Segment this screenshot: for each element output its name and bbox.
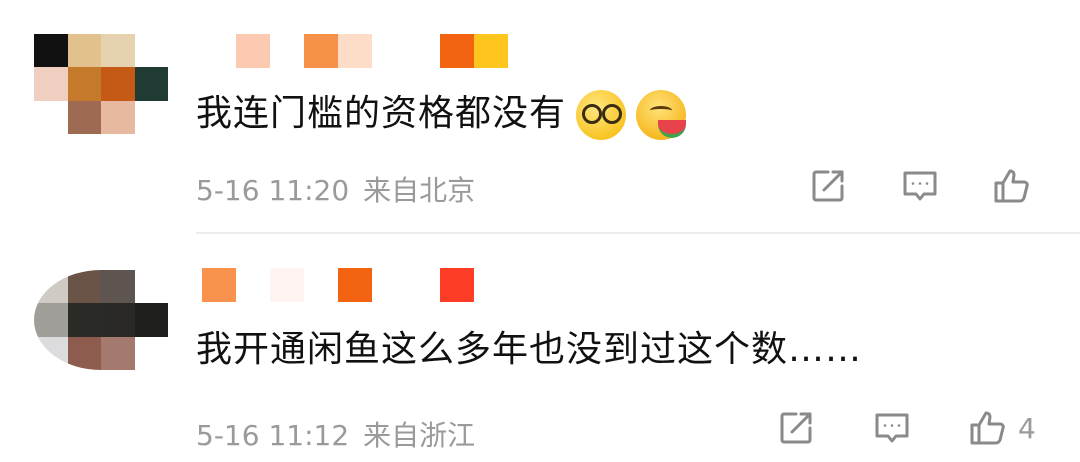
avatar-mosaic-pixel	[34, 303, 68, 337]
glasses-emoji-icon	[576, 90, 627, 140]
comment-time: 5-16 11:12	[196, 419, 350, 452]
name-mosaic-block	[236, 268, 270, 302]
avatar-mosaic-pixel	[67, 303, 101, 337]
avatar-mosaic-pixel	[101, 303, 135, 337]
avatar-mosaic-pixel	[134, 100, 168, 134]
name-mosaic-block	[440, 34, 474, 68]
avatar-mosaic-pixel	[34, 34, 68, 68]
comment-location: 来自浙江	[363, 419, 476, 452]
name-mosaic-block	[304, 268, 338, 302]
name-mosaic-block	[338, 268, 372, 302]
comment-actions: 4	[776, 408, 1036, 448]
name-mosaic-block	[440, 268, 474, 302]
like-button[interactable]: 4	[968, 408, 1036, 448]
avatar-mosaic-pixel	[134, 270, 168, 304]
comment-meta: 5-16 11:20 来自北京	[196, 169, 475, 209]
name-mosaic-block	[372, 34, 406, 68]
avatar-mosaic-pixel	[34, 270, 68, 304]
like-button[interactable]	[992, 166, 1042, 206]
reply-button[interactable]	[872, 408, 912, 448]
comment-time: 5-16 11:20	[196, 174, 350, 207]
comment-text-content: 我连门槛的资格都没有	[196, 93, 567, 134]
avatar-mosaic-pixel	[34, 100, 68, 134]
avatar[interactable]	[34, 270, 168, 370]
name-mosaic-block	[270, 34, 304, 68]
avatar-mosaic-pixel	[101, 270, 135, 304]
avatar-mosaic-pixel	[134, 303, 168, 337]
comment-text: 我连门槛的资格都没有	[196, 84, 687, 140]
share-icon	[780, 412, 812, 444]
share-button[interactable]	[776, 408, 816, 448]
name-mosaic-block	[372, 268, 406, 302]
comment-actions	[808, 166, 1042, 206]
name-mosaic-block	[202, 34, 236, 68]
name-mosaic-block	[270, 268, 304, 302]
avatar-mosaic-pixel	[67, 336, 101, 370]
comment-item-1: 我连门槛的资格都没有 5-16 11:20 来自北京	[0, 0, 1080, 232]
avatar-mosaic-pixel	[134, 67, 168, 101]
comment-text: 我开通闲鱼这么多年也没到过这个数……	[196, 320, 862, 372]
name-mosaic-block	[202, 268, 236, 302]
like-icon	[994, 169, 1029, 203]
avatar-mosaic-pixel	[67, 34, 101, 68]
avatar-mosaic-pixel	[34, 67, 68, 101]
share-button[interactable]	[808, 166, 848, 206]
name-mosaic-block	[338, 34, 372, 68]
avatar-mosaic-pixel	[101, 336, 135, 370]
comment-meta: 5-16 11:12 来自浙江	[196, 414, 475, 454]
avatar-mosaic-pixel	[67, 100, 101, 134]
avatar-mosaic-pixel	[101, 34, 135, 68]
comment-item-2: 我开通闲鱼这么多年也没到过这个数…… 5-16 11:12 来自浙江 4	[0, 234, 1080, 462]
avatar[interactable]	[34, 34, 168, 134]
username-blurred[interactable]	[202, 34, 508, 68]
like-count: 4	[1018, 411, 1036, 445]
watermelon-emoji-icon	[636, 90, 687, 140]
name-mosaic-block	[304, 34, 338, 68]
avatar-mosaic-pixel	[67, 270, 101, 304]
avatar-mosaic-pixel	[101, 67, 135, 101]
name-mosaic-block	[236, 34, 270, 68]
reply-button[interactable]	[900, 166, 940, 206]
like-icon	[970, 411, 1005, 445]
avatar-mosaic-pixel	[67, 67, 101, 101]
avatar-mosaic-pixel	[101, 100, 135, 134]
comment-text-content: 我开通闲鱼这么多年也没到过这个数……	[196, 329, 863, 370]
name-mosaic-block	[406, 268, 440, 302]
username-blurred[interactable]	[202, 268, 474, 302]
name-mosaic-block	[474, 34, 508, 68]
avatar-mosaic-pixel	[134, 336, 168, 370]
avatar-mosaic-pixel	[134, 34, 168, 68]
comment-icon	[875, 413, 909, 443]
comment-location: 来自北京	[363, 174, 476, 207]
share-icon	[812, 170, 844, 202]
comment-icon	[903, 171, 937, 201]
name-mosaic-block	[406, 34, 440, 68]
avatar-mosaic-pixel	[34, 336, 68, 370]
